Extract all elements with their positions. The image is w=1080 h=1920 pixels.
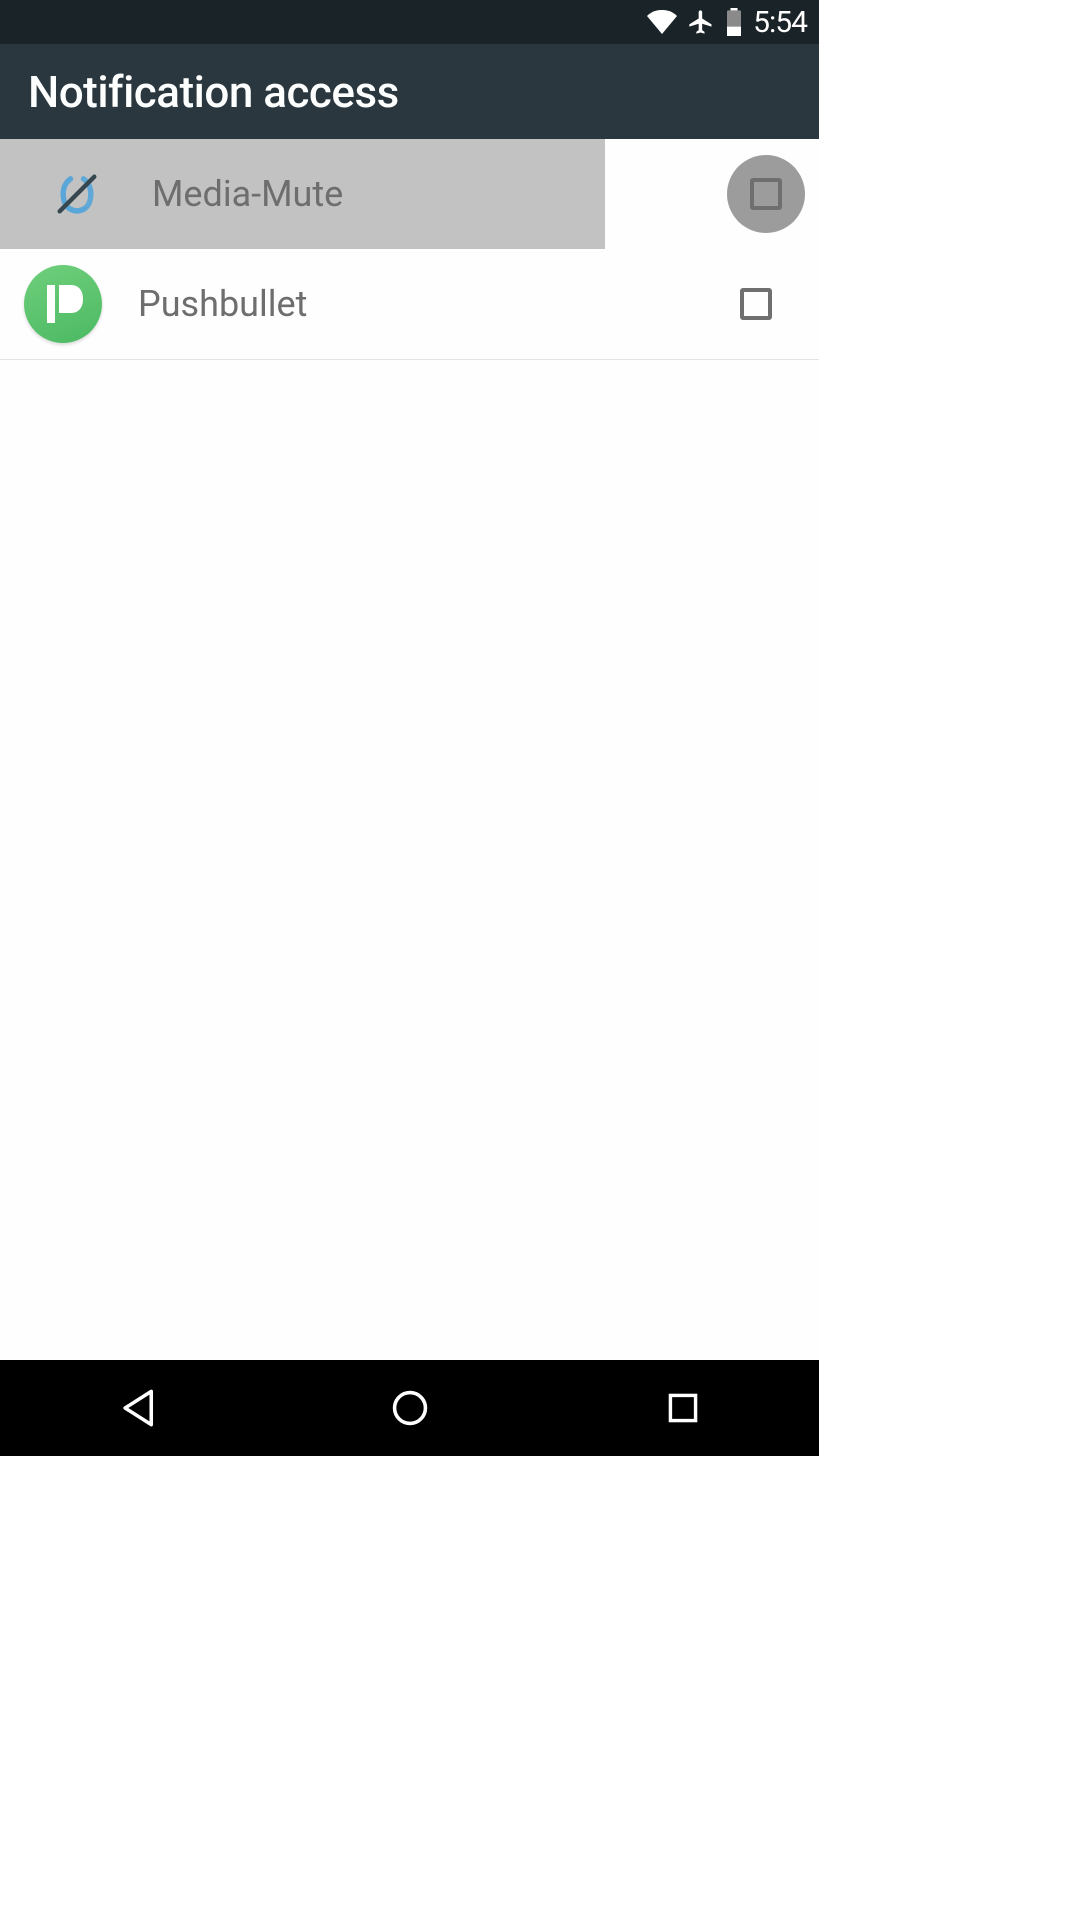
recents-button[interactable]: [623, 1378, 743, 1438]
page-title: Notification access: [28, 66, 399, 118]
airplane-icon: [687, 8, 715, 36]
status-time: 5:54: [753, 5, 807, 40]
divider: [0, 359, 819, 360]
app-bar: Notification access: [0, 44, 819, 139]
home-button[interactable]: [350, 1378, 470, 1438]
checkbox-pushbullet[interactable]: [717, 265, 795, 343]
wifi-icon: [647, 10, 677, 34]
navigation-bar: [0, 1360, 819, 1456]
pushbullet-icon: [24, 265, 102, 343]
app-label: Media-Mute: [152, 173, 727, 215]
app-list: Media-Mute Pushbullet: [0, 139, 819, 1360]
app-label: Pushbullet: [138, 283, 717, 325]
mute-icon: [38, 155, 116, 233]
checkbox-box: [750, 178, 782, 210]
status-bar[interactable]: 5:54: [0, 0, 819, 44]
battery-icon: [725, 8, 743, 36]
checkbox-box: [740, 288, 772, 320]
checkbox-media-mute[interactable]: [727, 155, 805, 233]
back-button[interactable]: [77, 1378, 197, 1438]
list-item-media-mute[interactable]: Media-Mute: [0, 139, 819, 249]
list-item-pushbullet[interactable]: Pushbullet: [0, 249, 819, 359]
